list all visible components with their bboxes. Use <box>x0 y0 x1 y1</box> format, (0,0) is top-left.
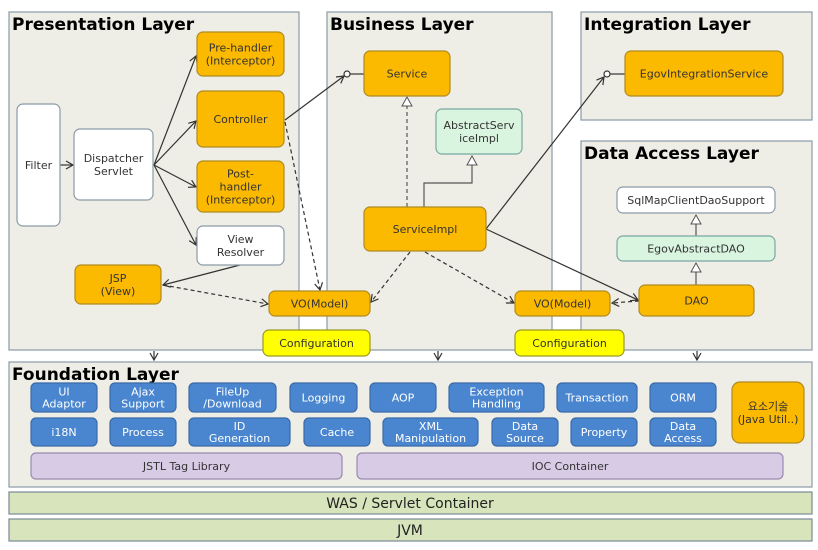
foundation-item-label: Property <box>581 426 628 439</box>
layer-title: Foundation Layer <box>12 365 179 385</box>
component-posthandler-label: (Interceptor) <box>206 194 276 207</box>
component-config1[interactable]: Configuration <box>262 329 371 357</box>
foundation-item-label: ORM <box>670 392 696 405</box>
layer-title: Presentation Layer <box>12 15 195 35</box>
foundation-item-label: Support <box>121 398 165 411</box>
component-sqlmap[interactable]: SqlMapClientDaoSupport <box>616 186 776 214</box>
foundation-item[interactable]: Process <box>109 417 177 447</box>
foundation-item-label: Access <box>664 432 702 445</box>
component-config2-label: Configuration <box>532 337 607 350</box>
foundation-item[interactable]: Transaction <box>556 382 638 413</box>
component-dispatcher[interactable]: DispatcherServlet <box>73 128 154 201</box>
foundation-item[interactable]: DataSource <box>491 417 559 447</box>
component-vo2[interactable]: VO(Model) <box>514 290 611 317</box>
jstl-label: JSTL Tag Library <box>142 460 231 473</box>
foundation-util-label: (Java Util..) <box>738 413 799 426</box>
component-egovdao[interactable]: EgovAbstractDAO <box>616 235 776 262</box>
component-abstractservice-label: AbstractServ <box>444 119 515 132</box>
foundation-item[interactable]: XMLManipulation <box>382 417 479 447</box>
foundation-jstl[interactable]: JSTL Tag Library <box>30 452 343 480</box>
foundation-item-label: Cache <box>320 426 354 439</box>
jvm-bar: JVM <box>8 518 813 542</box>
architecture-diagram: Presentation Layer Business Layer Integrat… <box>8 11 813 542</box>
component-integration-label: EgovIntegrationService <box>640 68 769 81</box>
component-posthandler[interactable]: Post-handler(Interceptor) <box>196 160 285 213</box>
foundation-item[interactable]: AOP <box>369 382 437 413</box>
component-controller[interactable]: Controller <box>196 90 285 148</box>
component-vo2-label: VO(Model) <box>534 298 592 311</box>
layer-title: Business Layer <box>330 15 474 35</box>
component-config1-label: Configuration <box>279 337 354 350</box>
component-service-label: Service <box>387 68 428 81</box>
foundation-item-label: Logging <box>302 392 346 405</box>
component-viewresolver-label: View <box>227 233 253 246</box>
foundation-item[interactable]: Logging <box>289 382 358 413</box>
jvm-label: JVM <box>396 523 423 539</box>
foundation-item-label: Manipulation <box>395 432 466 445</box>
foundation-item-label: Process <box>122 426 164 439</box>
component-filter[interactable]: Filter <box>16 103 61 227</box>
layer-title: Data Access Layer <box>584 144 759 164</box>
foundation-item-label: /Download <box>203 398 261 411</box>
foundation-item[interactable]: Property <box>570 417 638 447</box>
component-integration[interactable]: EgovIntegrationService <box>624 50 784 97</box>
foundation-item-label: Adaptor <box>42 398 86 411</box>
was-label: WAS / Servlet Container <box>326 496 494 512</box>
component-config2[interactable]: Configuration <box>514 329 625 357</box>
component-dispatcher-label: Dispatcher <box>84 152 144 165</box>
foundation-item[interactable]: IDGeneration <box>188 417 291 447</box>
foundation-item[interactable]: Cache <box>303 417 371 447</box>
component-serviceimpl-label: ServiceImpl <box>393 223 458 236</box>
component-jsp-label: (View) <box>101 285 136 298</box>
foundation-item[interactable]: AjaxSupport <box>109 382 177 413</box>
component-dispatcher-label: Servlet <box>94 165 134 178</box>
component-posthandler-label: Post- <box>227 168 254 181</box>
foundation-item-label: i18N <box>51 426 76 439</box>
foundation-item-label: Handling <box>472 398 521 411</box>
ioc-label: IOC Container <box>532 460 609 473</box>
component-posthandler-label: handler <box>219 181 261 194</box>
component-vo1-label: VO(Model) <box>291 298 349 311</box>
component-vo1[interactable]: VO(Model) <box>268 290 371 317</box>
foundation-item[interactable]: UIAdaptor <box>30 382 98 413</box>
component-abstractservice-label: iceImpl <box>459 132 499 145</box>
component-egovdao-label: EgovAbstractDAO <box>647 243 745 256</box>
foundation-item[interactable]: i18N <box>30 417 98 447</box>
foundation-util[interactable]: 요소기술(Java Util..) <box>731 381 805 444</box>
component-controller-label: Controller <box>213 113 268 126</box>
component-serviceimpl[interactable]: ServiceImpl <box>363 206 487 252</box>
integration-interface-icon <box>603 70 611 78</box>
foundation-item-label: Transaction <box>565 392 629 405</box>
foundation-item[interactable]: DataAccess <box>649 417 717 447</box>
component-dao-label: DAO <box>684 295 709 308</box>
component-jsp[interactable]: JSP(View) <box>74 264 162 305</box>
foundation-util-label: 요소기술 <box>748 400 788 413</box>
component-viewresolver[interactable]: ViewResolver <box>196 225 285 266</box>
component-abstractservice[interactable]: AbstractServiceImpl <box>435 108 523 155</box>
component-prehandler[interactable]: Pre-handler(Interceptor) <box>196 31 285 77</box>
foundation-item[interactable]: ExceptionHandling <box>448 382 545 413</box>
component-prehandler-label: Pre-handler <box>209 42 273 55</box>
component-filter-label: Filter <box>25 159 53 172</box>
component-dao[interactable]: DAO <box>638 284 755 317</box>
component-viewresolver-label: Resolver <box>217 246 265 259</box>
component-prehandler-label: (Interceptor) <box>206 55 276 68</box>
component-sqlmap-label: SqlMapClientDaoSupport <box>627 194 765 207</box>
foundation-item-label: Generation <box>209 432 270 445</box>
layer-title: Integration Layer <box>584 15 751 35</box>
component-jsp-label: JSP <box>109 272 127 285</box>
foundation-item-label: AOP <box>392 392 415 405</box>
component-service[interactable]: Service <box>363 50 451 97</box>
foundation-item[interactable]: FileUp/Download <box>188 382 277 413</box>
was-bar: WAS / Servlet Container <box>8 491 813 515</box>
service-interface-icon <box>343 70 351 78</box>
foundation-item[interactable]: ORM <box>649 382 717 413</box>
foundation-ioc[interactable]: IOC Container <box>356 452 784 480</box>
foundation-item-label: Source <box>506 432 544 445</box>
